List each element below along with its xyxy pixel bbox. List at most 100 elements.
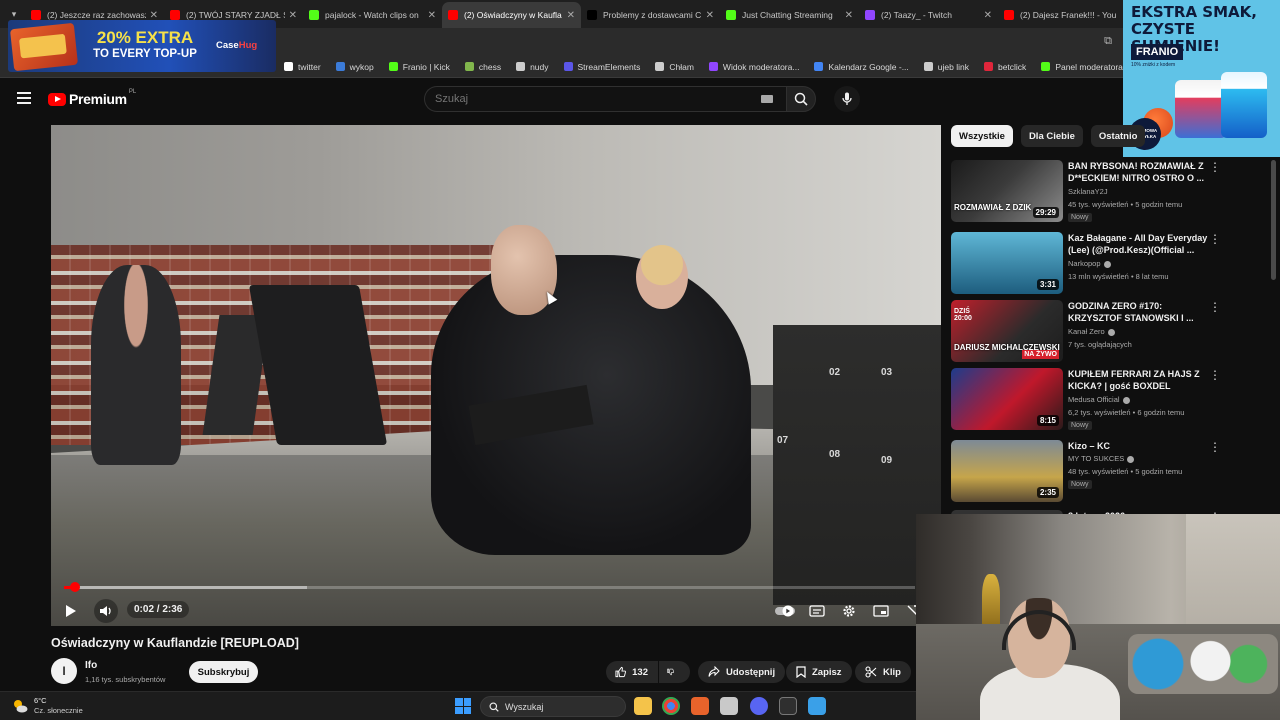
bookmark-item[interactable]: Widok moderatora... xyxy=(708,62,799,72)
subtitles-button[interactable] xyxy=(805,599,829,623)
filter-chip[interactable]: Dla Ciebie xyxy=(1020,125,1083,147)
bookmark-item[interactable]: Kalendarz Google -... xyxy=(814,62,909,72)
video-thumbnail[interactable]: 3:31 xyxy=(951,232,1063,294)
video-channel[interactable]: Medusa Official xyxy=(1068,395,1130,404)
video-title[interactable]: BAN RYBSONA! ROZMAWIAŁ Z D**ECKIEM! NITR… xyxy=(1068,160,1208,184)
scrollbar[interactable] xyxy=(1271,160,1276,280)
browser-tab[interactable]: (2) Dajesz Franek!!! - You✕ xyxy=(998,2,1137,28)
tab-close-icon[interactable]: ✕ xyxy=(428,10,436,21)
windows-start-icon[interactable] xyxy=(455,698,471,714)
tab-close-icon[interactable]: ✕ xyxy=(984,10,992,21)
subscribe-button[interactable]: Subskrybuj xyxy=(189,661,258,683)
file-explorer-icon[interactable] xyxy=(634,697,652,715)
like-button[interactable]: 132 xyxy=(606,661,658,683)
player-controls: 0:02 / 2:36 xyxy=(51,595,941,626)
bookmark-item[interactable]: Chłam xyxy=(655,62,694,72)
cast-icon[interactable]: ⧉ xyxy=(1104,35,1112,48)
video-thumbnail[interactable]: DARIUSZ MICHALCZEWSKI DZIŚ 20:00 NA ŻYWO xyxy=(951,300,1063,362)
taskbar-search[interactable]: Wyszukaj xyxy=(480,696,626,717)
bookmark-item[interactable]: StreamElements xyxy=(563,62,640,72)
video-thumbnail[interactable]: 8:15 xyxy=(951,368,1063,430)
more-options-icon[interactable]: ⋮ xyxy=(1209,233,1221,245)
recommended-video[interactable]: 8:15 KUPIŁEM FERRARI ZA HAJS Z KICKA? | g… xyxy=(951,368,1221,432)
video-thumbnail[interactable]: ROZMAWIAŁ Z DZIK 29:29 xyxy=(951,160,1063,222)
settings-button[interactable] xyxy=(837,599,861,623)
video-channel[interactable]: Kanał Zero xyxy=(1068,327,1115,336)
autoplay-toggle[interactable] xyxy=(773,599,797,623)
recommended-video[interactable]: 3:31 Kaz Bałagane - All Day Everyday (Lee… xyxy=(951,232,1221,296)
tab-close-icon[interactable]: ✕ xyxy=(289,10,297,21)
scrubber-handle[interactable] xyxy=(70,582,81,592)
more-options-icon[interactable]: ⋮ xyxy=(1209,369,1221,381)
tab-favicon-icon xyxy=(448,10,458,20)
ad-product-tub-image xyxy=(1175,80,1227,138)
more-options-icon[interactable]: ⋮ xyxy=(1209,301,1221,313)
video-channel[interactable]: MY TO SUKCES xyxy=(1068,454,1135,463)
browser-tab[interactable]: Just Chatting Streaming ✕ xyxy=(720,2,859,28)
search-input[interactable] xyxy=(435,93,735,105)
tab-close-icon[interactable]: ✕ xyxy=(150,10,158,21)
browser-tab[interactable]: Problemy z dostawcami C ✕ xyxy=(581,2,720,28)
share-button[interactable]: Udostępnij xyxy=(698,661,786,683)
bookmark-icon xyxy=(796,666,806,678)
ad-banner-franio[interactable]: EKSTRA SMAK, CZYSTE SUMIENIE! FRANIO 10%… xyxy=(1123,0,1280,157)
ad-banner-casehug[interactable]: 20% EXTRA TO EVERY TOP-UP CaseHug xyxy=(8,20,276,72)
video-title[interactable]: GODZINA ZERO #170: KRZYSZTOF STANOWSKI I… xyxy=(1068,300,1208,324)
app-icon[interactable] xyxy=(691,697,709,715)
bookmark-item[interactable]: betclick xyxy=(983,62,1026,72)
bookmark-item[interactable]: wykop xyxy=(335,62,374,72)
browser-tab[interactable]: (2) Oświadczyny w Kaufla ✕ xyxy=(442,2,581,28)
miniplayer-button[interactable] xyxy=(869,599,893,623)
bookmark-item[interactable]: chess xyxy=(464,62,501,72)
notepad-icon[interactable] xyxy=(808,697,826,715)
save-button[interactable]: Zapisz xyxy=(786,661,852,683)
terminal-icon[interactable] xyxy=(779,697,797,715)
chrome-icon[interactable] xyxy=(662,697,680,715)
recommended-video[interactable]: ROZMAWIAŁ Z DZIK 29:29 BAN RYBSONA! ROZMAW… xyxy=(951,160,1221,224)
volume-button[interactable] xyxy=(94,599,118,623)
more-options-icon[interactable]: ⋮ xyxy=(1209,161,1221,173)
recommended-video[interactable]: DARIUSZ MICHALCZEWSKI DZIŚ 20:00 NA ŻYWO GO… xyxy=(951,300,1221,364)
dislike-button[interactable] xyxy=(659,661,690,683)
video-player[interactable]: 02 03 07 08 09 0:02 / 2:36 xyxy=(51,125,941,626)
discord-icon[interactable] xyxy=(750,697,768,715)
video-title[interactable]: Kaz Bałagane - All Day Everyday (Lee) (@… xyxy=(1068,232,1208,256)
globe-icon xyxy=(923,62,933,71)
video-channel[interactable]: SzklanaY2J xyxy=(1068,187,1108,196)
bookmark-item[interactable]: twitter xyxy=(284,62,321,72)
browser-tab[interactable]: (2) Taazy_ - Twitch ✕ xyxy=(859,2,998,28)
video-thumbnail[interactable]: 2:35 xyxy=(951,440,1063,502)
voice-search-button[interactable] xyxy=(834,86,860,112)
more-options-icon[interactable]: ⋮ xyxy=(1209,441,1221,453)
tab-close-icon[interactable]: ✕ xyxy=(845,10,853,21)
browser-tab[interactable]: pajalock - Watch clips on ✕ xyxy=(303,2,442,28)
app-icon[interactable] xyxy=(720,697,738,715)
filter-chip[interactable]: Ostatnio xyxy=(1090,125,1146,147)
ad-gift-box-image xyxy=(9,22,79,72)
bookmark-label: nudy xyxy=(530,61,549,72)
bookmark-item[interactable]: Panel moderatora |... xyxy=(1041,62,1135,72)
youtube-premium-logo[interactable]: Premium PL xyxy=(48,89,136,107)
tab-title: (2) Oświadczyny w Kaufla xyxy=(464,10,562,20)
bookmark-item[interactable]: Franio | Kick xyxy=(388,62,450,72)
bookmark-item[interactable]: ujeb link xyxy=(923,62,969,72)
play-button[interactable] xyxy=(59,599,83,623)
like-count: 132 xyxy=(632,666,648,678)
filter-chip[interactable]: Wszystkie xyxy=(951,125,1013,147)
partly-sunny-icon[interactable] xyxy=(12,698,28,714)
video-title[interactable]: KUPIŁEM FERRARI ZA HAJS Z KICKA? | gość … xyxy=(1068,368,1208,392)
video-title[interactable]: Kizo – KC xyxy=(1068,440,1208,452)
search-button[interactable] xyxy=(786,86,816,112)
gear-icon xyxy=(843,605,855,617)
clip-button[interactable]: Klip xyxy=(855,661,911,683)
tab-close-icon[interactable]: ✕ xyxy=(706,10,714,21)
recommended-video[interactable]: 2:35 Kizo – KC MY TO SUKCES 48 tys. wyświet… xyxy=(951,440,1221,504)
tab-favicon-icon xyxy=(309,10,319,20)
menu-icon[interactable] xyxy=(17,92,31,104)
bookmark-item[interactable]: nudy xyxy=(516,61,549,72)
keyboard-icon[interactable] xyxy=(761,95,773,103)
video-channel[interactable]: Narkopop xyxy=(1068,259,1111,268)
channel-avatar[interactable]: I xyxy=(51,658,77,684)
channel-name[interactable]: Ifo xyxy=(85,660,97,671)
tab-close-icon[interactable]: ✕ xyxy=(567,10,575,21)
